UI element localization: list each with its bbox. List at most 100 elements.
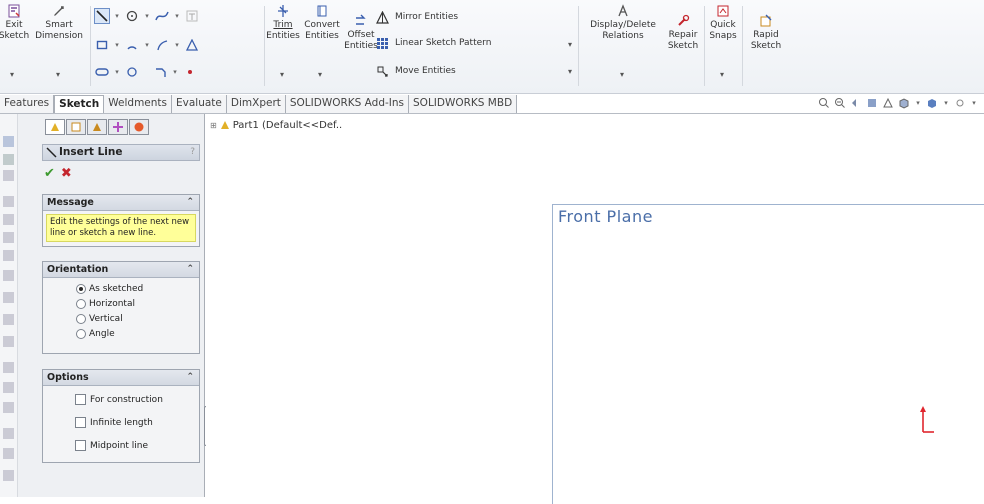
sketch-icon[interactable]	[3, 136, 14, 147]
wrap-icon[interactable]	[3, 382, 14, 393]
fillet-tool-caret[interactable]: ▾	[173, 41, 181, 49]
tab-weldments[interactable]: Weldments	[104, 95, 173, 113]
radio-button[interactable]	[76, 313, 86, 324]
mirror-entities-button[interactable]: Mirror Entities	[376, 8, 458, 26]
orientation-group-header[interactable]: Orientation ⌃	[43, 262, 199, 278]
display-style-caret[interactable]: ▾	[942, 99, 950, 107]
trim-dropdown[interactable]: ▾	[280, 70, 284, 79]
ellipse-tool[interactable]	[124, 64, 140, 80]
help-icon[interactable]: ?	[190, 145, 195, 160]
orientation-horizontal[interactable]: Horizontal	[76, 296, 199, 311]
exit-sketch-dropdown[interactable]: ▾	[10, 70, 14, 79]
hole-wizard-icon[interactable]	[3, 470, 14, 481]
collapse-chevron-icon[interactable]: ⌃	[186, 262, 194, 277]
offset-entities-button[interactable]: Offset Entities	[344, 14, 378, 52]
exit-sketch-button[interactable]: Exit Sketch	[0, 4, 29, 42]
tab-solidworks-add-ins[interactable]: SOLIDWORKS Add-Ins	[285, 95, 410, 113]
revolve-icon[interactable]	[3, 170, 14, 181]
shell-icon[interactable]	[3, 362, 14, 373]
reference-geometry-icon[interactable]	[3, 402, 14, 413]
pattern-icon[interactable]	[3, 314, 14, 325]
checkbox[interactable]	[75, 440, 86, 451]
point-tool[interactable]	[182, 64, 198, 80]
radio-button[interactable]	[76, 298, 86, 309]
tab-dimxpert[interactable]: DimXpert	[226, 95, 286, 113]
zoom-to-fit-icon[interactable]	[818, 97, 830, 109]
tab-solidworks-mbd[interactable]: SOLIDWORKS MBD	[409, 95, 518, 113]
radio-button[interactable]	[76, 283, 86, 294]
cancel-x-icon[interactable]: ✖	[61, 166, 72, 181]
fillet-tool[interactable]	[154, 37, 170, 53]
instant3d-icon[interactable]	[3, 448, 14, 459]
message-group-header[interactable]: Message ⌃	[43, 195, 199, 211]
view-orientation-icon[interactable]	[898, 97, 910, 109]
ok-checkmark-icon[interactable]: ✔	[44, 166, 55, 181]
expand-icon[interactable]: ⊞	[210, 121, 217, 130]
view-orientation-caret[interactable]: ▾	[914, 99, 922, 107]
previous-view-icon[interactable]	[850, 97, 862, 109]
hide-show-caret[interactable]: ▾	[970, 99, 978, 107]
display-delete-relations-button[interactable]: Display/Delete Relations	[582, 4, 664, 42]
loft-icon[interactable]	[3, 214, 14, 225]
convert-dropdown[interactable]: ▾	[318, 70, 322, 79]
collapse-chevron-icon[interactable]: ⌃	[186, 195, 194, 210]
hide-show-items-icon[interactable]	[954, 97, 966, 109]
front-plane[interactable]: Front Plane	[552, 204, 984, 504]
configuration-manager-tab[interactable]	[87, 119, 107, 135]
property-manager-tab[interactable]	[66, 119, 86, 135]
smart-dimension-button[interactable]: Smart Dimension	[33, 4, 85, 42]
collapse-chevron-icon[interactable]: ⌃	[186, 370, 194, 385]
tab-evaluate[interactable]: Evaluate	[172, 95, 227, 113]
display-manager-tab[interactable]	[129, 119, 149, 135]
checkbox[interactable]	[75, 417, 86, 428]
zoom-to-area-icon[interactable]	[834, 97, 846, 109]
rectangle-tool[interactable]	[94, 37, 110, 53]
extrude-icon[interactable]	[3, 154, 14, 165]
option-for-construction[interactable]: For construction	[75, 392, 199, 407]
fillet-icon[interactable]	[3, 250, 14, 261]
arc-tool[interactable]	[124, 37, 140, 53]
slot-tool[interactable]	[94, 64, 110, 80]
curves-icon[interactable]	[3, 428, 14, 439]
quick-snaps-button[interactable]: Quick Snaps	[708, 4, 738, 42]
option-midpoint-line[interactable]: Midpoint line	[75, 438, 199, 453]
slot-tool-caret[interactable]: ▾	[113, 68, 121, 76]
spline-tool[interactable]	[154, 8, 170, 24]
circle-tool-caret[interactable]: ▾	[143, 12, 151, 20]
option-infinite-length[interactable]: Infinite length	[75, 415, 199, 430]
options-group-header[interactable]: Options ⌃	[43, 370, 199, 386]
move-entities-dropdown[interactable]: ▾	[568, 67, 572, 76]
checkbox[interactable]	[75, 394, 86, 405]
rectangle-tool-caret[interactable]: ▾	[113, 41, 121, 49]
trim-entities-button[interactable]: Trim Entities	[266, 4, 300, 42]
polygon-tool[interactable]	[184, 37, 200, 53]
chamfer-tool[interactable]	[152, 64, 168, 80]
orientation-angle[interactable]: Angle	[76, 326, 199, 341]
chamfer-tool-caret[interactable]: ▾	[171, 68, 179, 76]
line-tool-caret[interactable]: ▾	[113, 12, 121, 20]
repair-sketch-button[interactable]: Repair Sketch	[666, 14, 700, 52]
chamfer-icon[interactable]	[3, 270, 14, 281]
feature-manager-tab[interactable]	[45, 119, 65, 135]
boundary-icon[interactable]	[3, 232, 14, 243]
dynamic-annotation-icon[interactable]	[882, 97, 894, 109]
linear-sketch-pattern-button[interactable]: Linear Sketch Pattern	[376, 34, 491, 52]
rib-icon[interactable]	[3, 292, 14, 303]
smart-dimension-dropdown[interactable]: ▾	[56, 70, 60, 79]
orientation-vertical[interactable]: Vertical	[76, 311, 199, 326]
circle-tool[interactable]	[124, 8, 140, 24]
rapid-sketch-button[interactable]: Rapid Sketch	[746, 14, 786, 52]
quick-snaps-dropdown[interactable]: ▾	[720, 70, 724, 79]
sweep-icon[interactable]	[3, 196, 14, 207]
display-style-icon[interactable]	[926, 97, 938, 109]
convert-entities-button[interactable]: Convert Entities	[302, 4, 342, 42]
move-entities-button[interactable]: Move Entities	[376, 62, 456, 80]
tab-sketch[interactable]: Sketch	[54, 95, 105, 113]
graphics-area[interactable]: ⊞ Part1 (Default<<Def.. Front Plane	[206, 115, 984, 504]
tab-features[interactable]: Features	[0, 95, 55, 113]
spline-tool-caret[interactable]: ▾	[173, 12, 181, 20]
radio-button[interactable]	[76, 328, 86, 339]
dimxpert-manager-tab[interactable]	[108, 119, 128, 135]
flyout-feature-tree[interactable]: ⊞ Part1 (Default<<Def..	[210, 119, 342, 131]
line-tool[interactable]	[94, 8, 110, 24]
